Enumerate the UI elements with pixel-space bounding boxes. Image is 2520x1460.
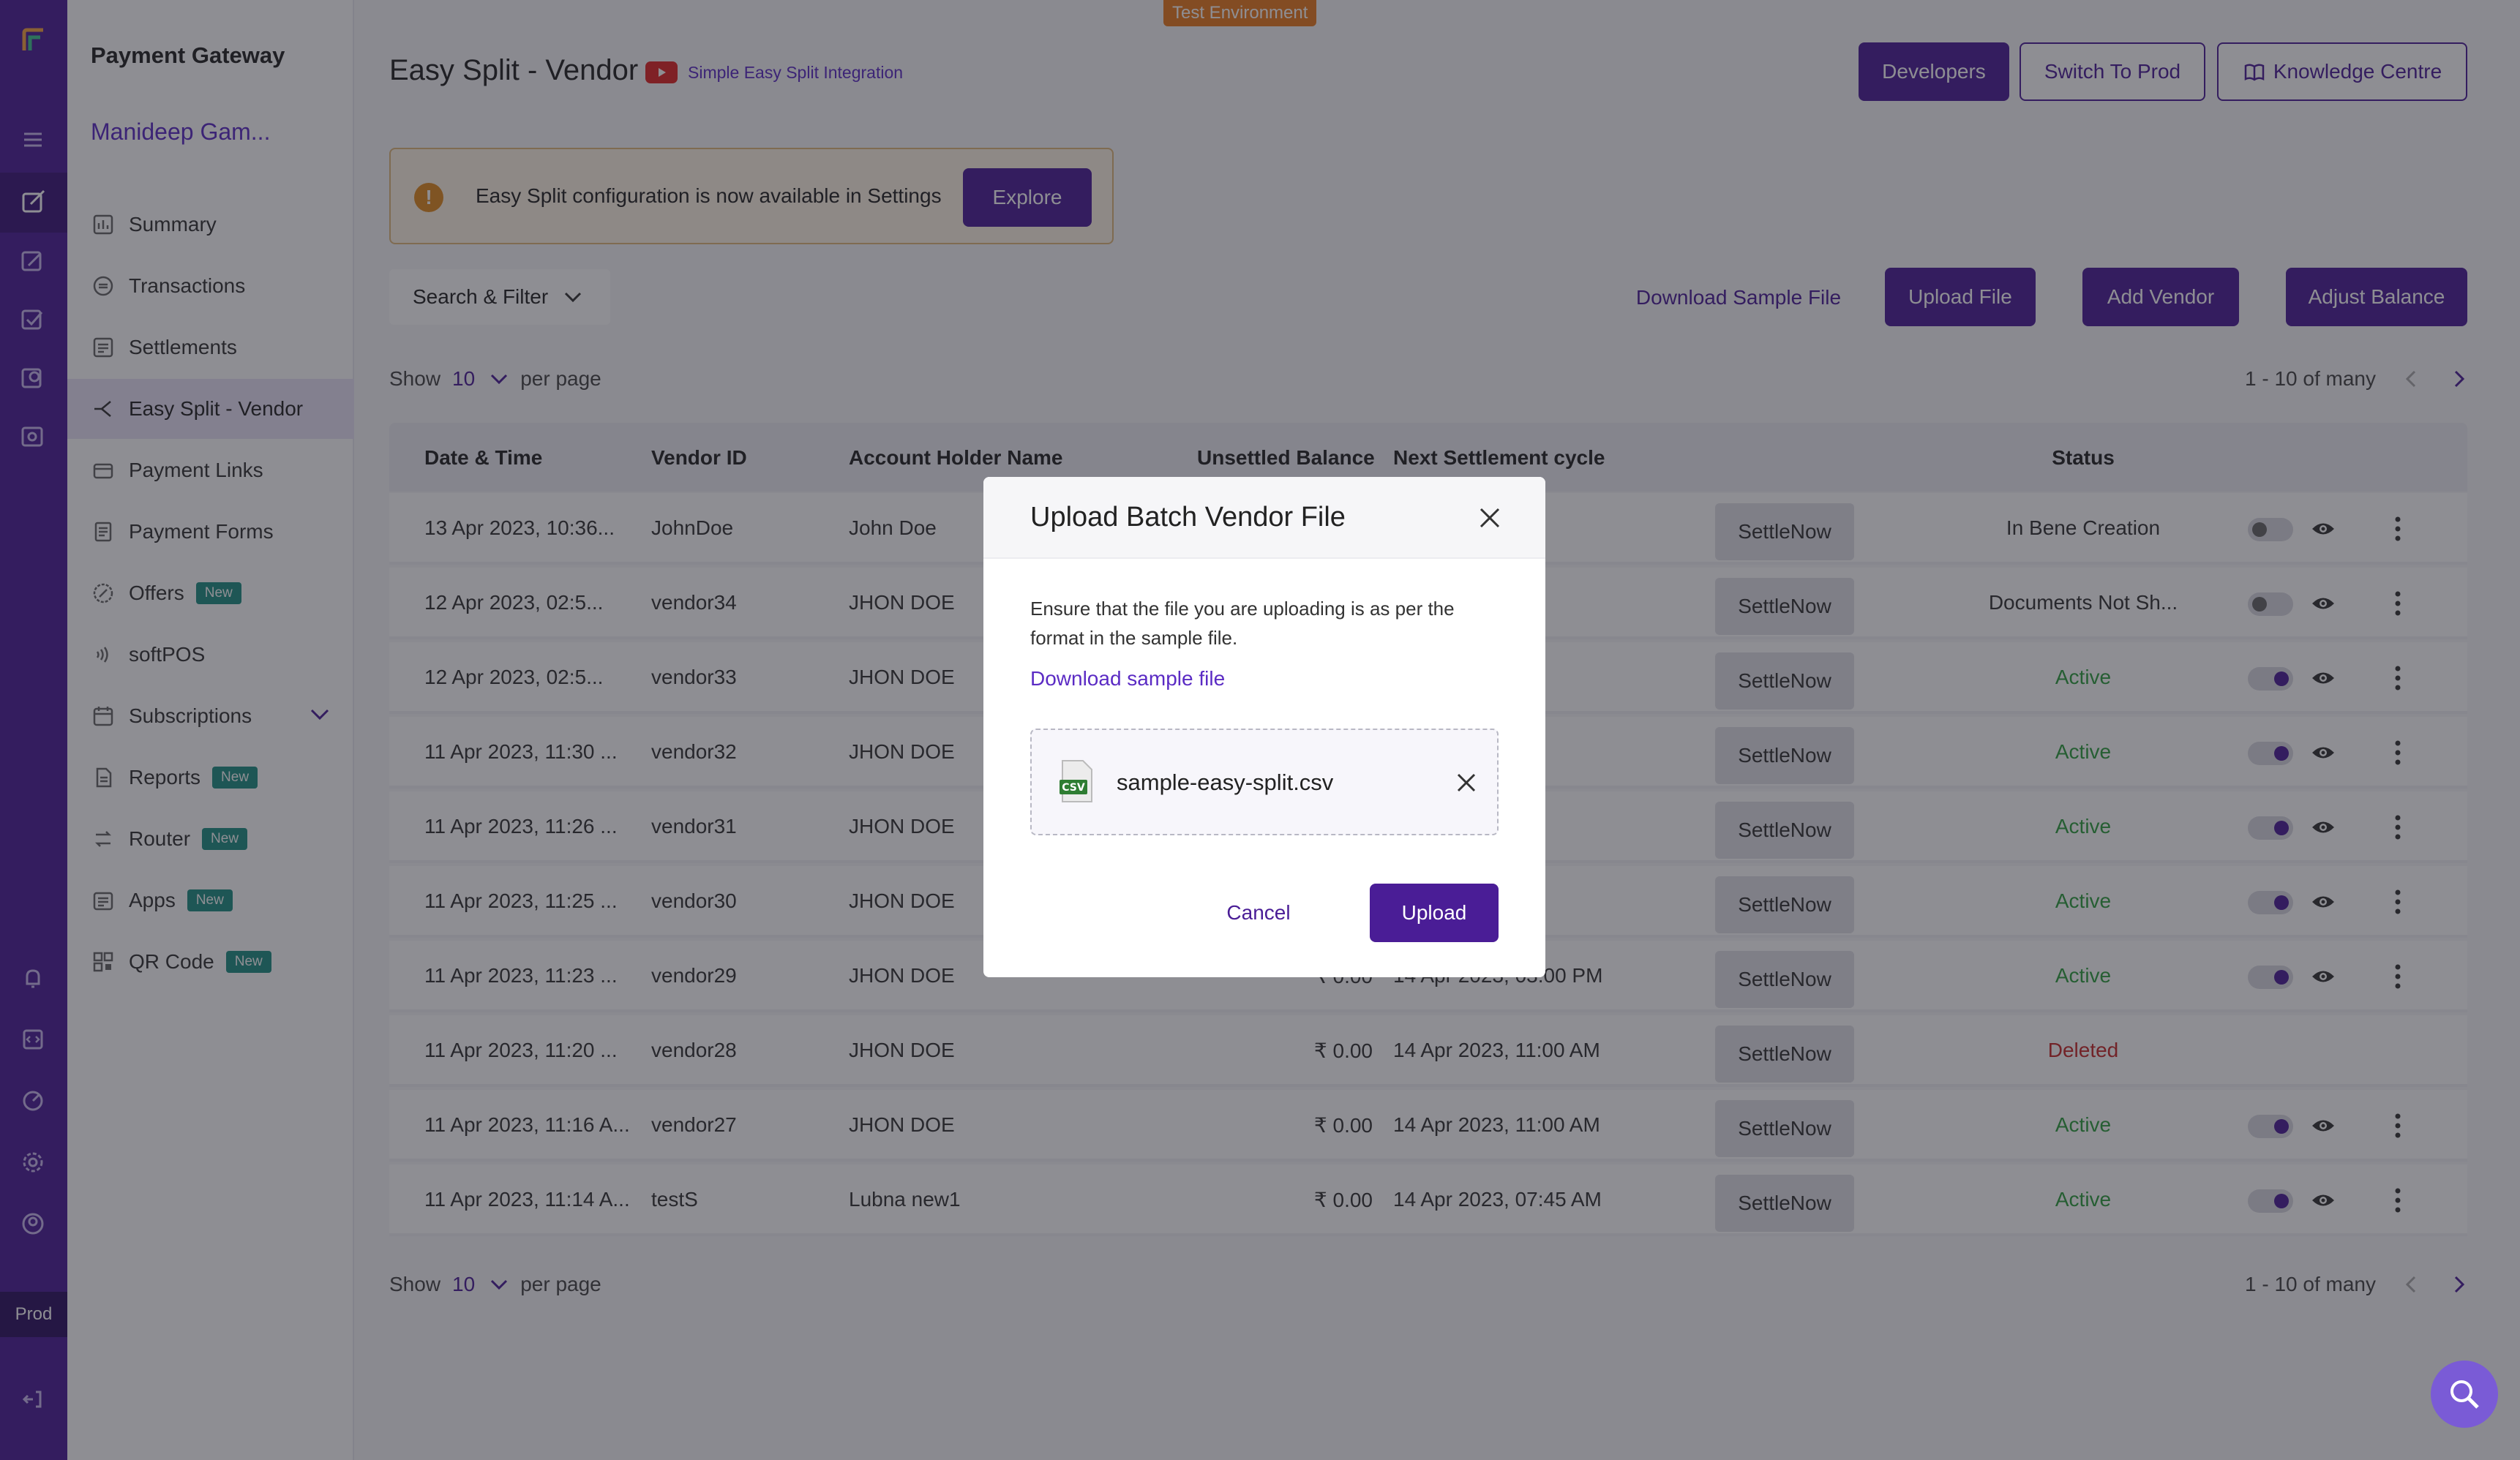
file-type-label: CSV [1062, 782, 1085, 794]
cancel-button[interactable]: Cancel [1207, 884, 1310, 942]
file-name: sample-easy-split.csv [1117, 769, 1334, 795]
close-icon[interactable] [1474, 502, 1506, 538]
upload-batch-vendor-modal: Upload Batch Vendor File Ensure that the… [983, 477, 1545, 977]
remove-file-icon[interactable] [1452, 768, 1481, 801]
upload-button[interactable]: Upload [1370, 884, 1499, 942]
modal-title: Upload Batch Vendor File [1030, 502, 1346, 533]
help-search-icon[interactable] [2431, 1361, 2498, 1428]
modal-header: Upload Batch Vendor File [983, 477, 1545, 559]
modal-description: Ensure that the file you are uploading i… [1030, 598, 1455, 649]
csv-file-icon: CSV [1058, 759, 1096, 807]
download-sample-file-link[interactable]: Download sample file [1030, 667, 1225, 691]
selected-file: CSV sample-easy-split.csv [1030, 729, 1499, 835]
